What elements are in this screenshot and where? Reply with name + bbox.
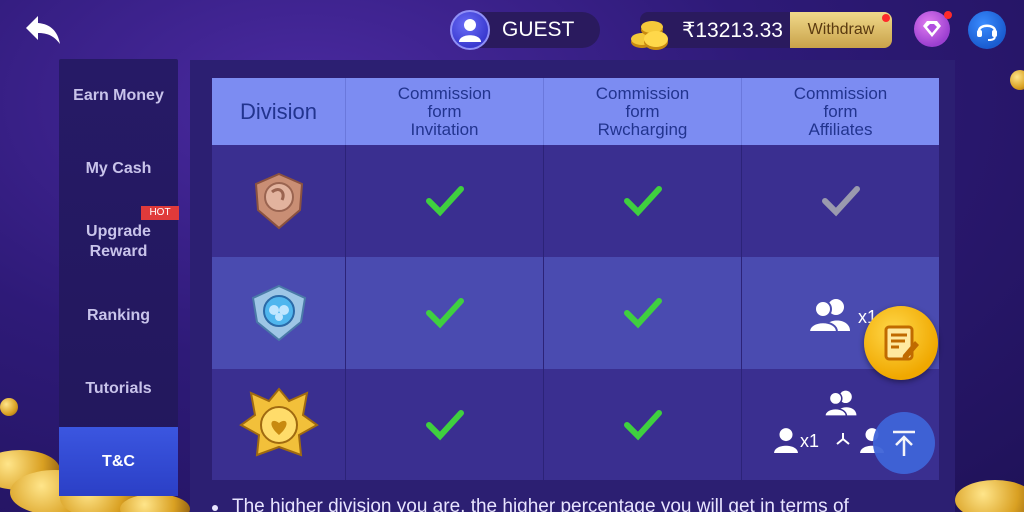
- headset-icon: [977, 24, 997, 41]
- check-icon: [425, 409, 464, 440]
- balance-pill: ₹13213.33 Withdraw: [631, 12, 892, 50]
- sidebar-item-label: T&C: [102, 453, 135, 470]
- notification-dot: [882, 14, 890, 22]
- invitation-cell: [346, 145, 544, 257]
- sidebar-item-label: My Cash: [85, 160, 152, 177]
- sidebar-item-tutorials[interactable]: Tutorials: [59, 379, 178, 399]
- sidebar-item-my-cash[interactable]: My Cash: [59, 159, 178, 179]
- recharging-cell: [544, 369, 742, 480]
- notes-button[interactable]: [864, 306, 938, 380]
- branch-icon: [836, 433, 850, 445]
- user-pill[interactable]: GUEST: [450, 10, 600, 50]
- table-header: Division Commission form Invitation Comm…: [212, 78, 939, 145]
- sidebar-item-tc[interactable]: T&C: [59, 427, 178, 496]
- division-cell: [212, 369, 346, 480]
- support-button[interactable]: [968, 11, 1006, 49]
- check-icon: [425, 186, 464, 217]
- sidebar-item-label: Tutorials: [85, 380, 152, 397]
- scroll-to-top-button[interactable]: [873, 412, 935, 474]
- check-icon: [623, 409, 662, 440]
- table-row: [212, 145, 939, 257]
- users-icon: [824, 390, 857, 417]
- bronze-badge-icon: [254, 172, 303, 230]
- user-icon: [774, 428, 798, 453]
- decorative-coin: [0, 398, 18, 416]
- header-line: form: [823, 101, 858, 121]
- terms-text-line: The higher division you are, the higher …: [232, 496, 849, 512]
- header-line: form: [427, 101, 462, 121]
- back-arrow-icon: [26, 16, 60, 44]
- users-icon: [808, 299, 850, 333]
- check-icon: [623, 186, 662, 217]
- hot-badge: HOT: [141, 206, 179, 220]
- header-commission-recharging: Commission form Rwcharging: [544, 78, 742, 145]
- recharging-cell: [544, 257, 742, 369]
- check-icon: [425, 298, 464, 329]
- sidebar: Earn Money My Cash Upgrade Reward Rankin…: [59, 59, 178, 496]
- balance-amount: ₹13213.33: [682, 18, 783, 42]
- header-line: Affiliates: [808, 119, 873, 139]
- back-button[interactable]: [22, 12, 64, 48]
- division-cell: [212, 145, 346, 257]
- terms-text: The higher division you are, the higher …: [232, 496, 849, 512]
- header-line: Invitation: [410, 119, 479, 139]
- user-icon: [459, 19, 481, 42]
- commission-table: Division Commission form Invitation Comm…: [212, 78, 939, 480]
- gray-check-icon: [821, 186, 860, 217]
- header-line: Commission: [595, 83, 690, 103]
- bullet: [212, 505, 218, 511]
- diamond-heart-icon: [923, 21, 941, 37]
- sidebar-item-upgrade-reward[interactable]: Upgrade Reward: [59, 222, 178, 262]
- withdraw-button[interactable]: Withdraw: [790, 12, 892, 48]
- table-row: x1: [212, 257, 939, 369]
- header-line: Rwcharging: [597, 119, 688, 139]
- arrow-up-icon: [893, 430, 915, 456]
- vip-button[interactable]: [914, 11, 952, 47]
- invitation-cell: [346, 257, 544, 369]
- recharging-cell: [544, 145, 742, 257]
- affiliates-cell: [742, 145, 939, 257]
- edit-note-icon: [884, 325, 919, 361]
- sidebar-item-label: Ranking: [86, 307, 151, 324]
- decorative-coin: [1010, 70, 1024, 90]
- decorative-coin: [955, 480, 1024, 512]
- header-line: form: [625, 101, 660, 121]
- sidebar-item-earn-money[interactable]: Earn Money: [59, 86, 178, 106]
- sidebar-item-label: Upgrade Reward: [86, 223, 151, 260]
- header-division: Division: [212, 78, 346, 145]
- sidebar-item-label: Earn Money: [73, 87, 164, 104]
- header-line: Commission: [397, 83, 492, 103]
- coins-icon: [631, 21, 668, 50]
- header-line: Commission: [793, 83, 888, 103]
- gold-badge-icon: [238, 386, 319, 456]
- division-cell: [212, 257, 346, 369]
- avatar: [450, 10, 490, 50]
- user-name: GUEST: [502, 18, 575, 41]
- silver-badge-icon: [251, 284, 306, 342]
- table-row: x1: [212, 369, 939, 480]
- invitation-cell: [346, 369, 544, 480]
- check-icon: [623, 298, 662, 329]
- header-commission-invitation: Commission form Invitation: [346, 78, 544, 145]
- header-commission-affiliates: Commission form Affiliates: [742, 78, 939, 145]
- sidebar-item-ranking[interactable]: Ranking: [59, 306, 178, 326]
- affiliate-multiplier: x1: [800, 431, 820, 451]
- notification-dot: [944, 11, 952, 19]
